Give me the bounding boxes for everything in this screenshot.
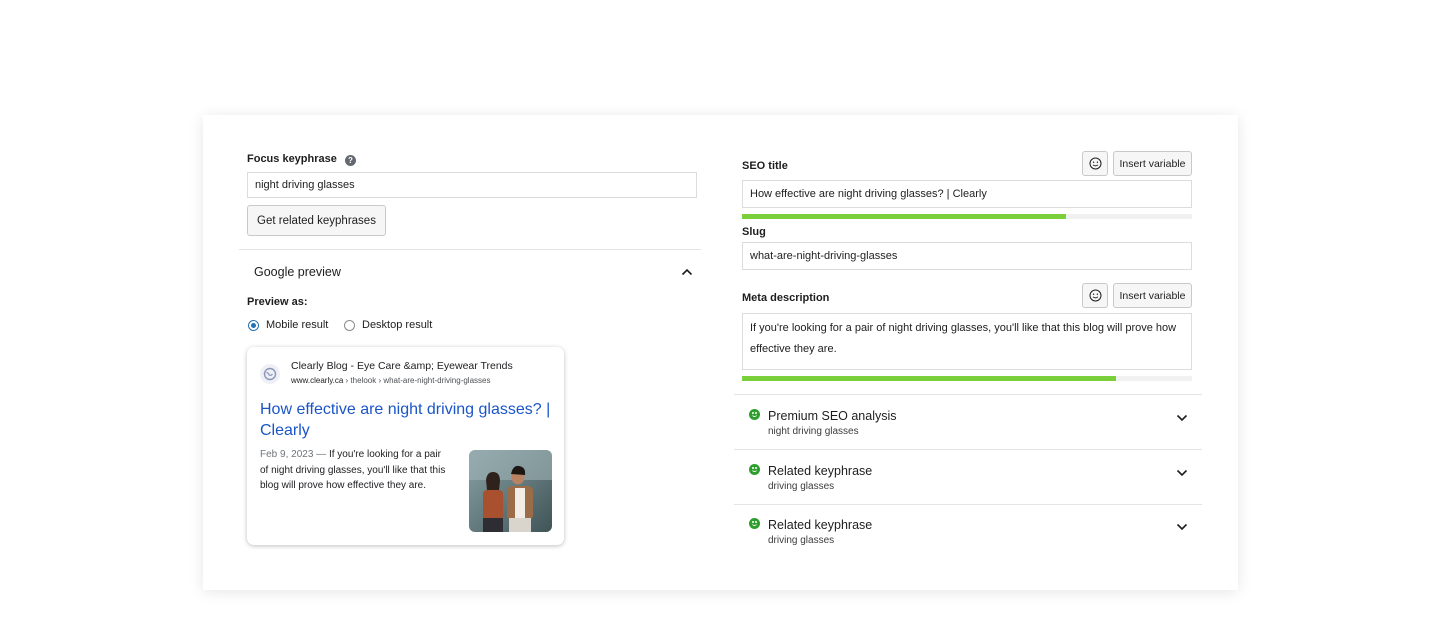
accordion-subtitle: driving glasses — [768, 481, 835, 492]
accordion-subtitle: driving glasses — [768, 535, 835, 546]
help-icon[interactable]: ? — [344, 155, 356, 166]
serp-snippet: Feb 9, 2023 — If you're looking for a pa… — [260, 449, 446, 491]
meta-description-progress-fill — [742, 376, 1116, 381]
seo-title-insert-variable-button[interactable]: Insert variable — [1113, 151, 1192, 176]
serp-site-name: Clearly Blog - Eye Care &amp; Eyewear Tr… — [291, 360, 513, 372]
accordion-related-keyphrase[interactable]: Related keyphrase driving glasses — [734, 450, 1202, 504]
desktop-result-radio[interactable] — [344, 319, 355, 331]
focus-keyphrase-label: Focus keyphrase ? — [247, 153, 356, 166]
meta-description-textarea[interactable]: If you're looking for a pair of night dr… — [742, 313, 1192, 370]
seo-title-input[interactable]: How effective are night driving glasses?… — [742, 180, 1192, 208]
emoji-button[interactable] — [1082, 283, 1108, 308]
slug-label: Slug — [742, 226, 766, 238]
preview-as-label: Preview as: — [247, 296, 308, 308]
good-status-smiley-icon — [749, 464, 760, 475]
meta-description-label: Meta description — [742, 292, 830, 304]
emoji-button[interactable] — [1082, 151, 1108, 176]
smiley-face-icon — [1089, 289, 1101, 302]
seo-title-label: SEO title — [742, 160, 788, 172]
desktop-result-option[interactable]: Desktop result — [344, 319, 432, 331]
accordion-premium-seo-analysis[interactable]: Premium SEO analysis night driving glass… — [734, 395, 1202, 449]
mobile-result-option[interactable]: Mobile result — [248, 319, 328, 331]
focus-keyphrase-input[interactable]: night driving glasses — [247, 172, 697, 198]
get-related-keyphrases-button[interactable]: Get related keyphrases — [247, 205, 386, 236]
good-status-smiley-icon — [749, 409, 760, 420]
chevron-down-icon[interactable] — [1176, 469, 1188, 477]
google-preview-heading[interactable]: Google preview — [254, 265, 341, 279]
meta-description-insert-variable-button[interactable]: Insert variable — [1113, 283, 1192, 308]
seo-title-progress-fill — [742, 214, 1066, 219]
seo-panel: Focus keyphrase ? night driving glasses … — [203, 115, 1238, 590]
accordion-subtitle: night driving glasses — [768, 426, 859, 437]
chevron-down-icon[interactable] — [1176, 414, 1188, 422]
google-serp-preview: Clearly Blog - Eye Care &amp; Eyewear Tr… — [247, 347, 564, 545]
slug-input[interactable]: what-are-night-driving-glasses — [742, 242, 1192, 270]
chevron-up-icon[interactable] — [681, 268, 693, 276]
serp-thumbnail-image — [469, 450, 552, 532]
accordion-title: Premium SEO analysis — [768, 409, 897, 423]
chevron-down-icon[interactable] — [1176, 523, 1188, 531]
accordion-title: Related keyphrase — [768, 518, 873, 532]
good-status-smiley-icon — [749, 518, 760, 529]
seo-title-progress-bar — [742, 214, 1192, 219]
globe-icon — [263, 367, 277, 381]
meta-description-progress-bar — [742, 376, 1192, 381]
smiley-face-icon — [1089, 157, 1101, 170]
accordion-title: Related keyphrase — [768, 464, 873, 478]
desktop-result-label: Desktop result — [362, 319, 433, 331]
mobile-result-label: Mobile result — [266, 319, 329, 331]
serp-title-link[interactable]: How effective are night driving glasses?… — [260, 399, 556, 441]
mobile-result-radio[interactable] — [248, 319, 259, 331]
site-favicon — [260, 364, 280, 384]
accordion-related-keyphrase[interactable]: Related keyphrase driving glasses — [734, 505, 1202, 559]
section-divider — [239, 249, 701, 250]
serp-breadcrumb: www.clearly.ca › thelook › what-are-nigh… — [291, 376, 491, 385]
